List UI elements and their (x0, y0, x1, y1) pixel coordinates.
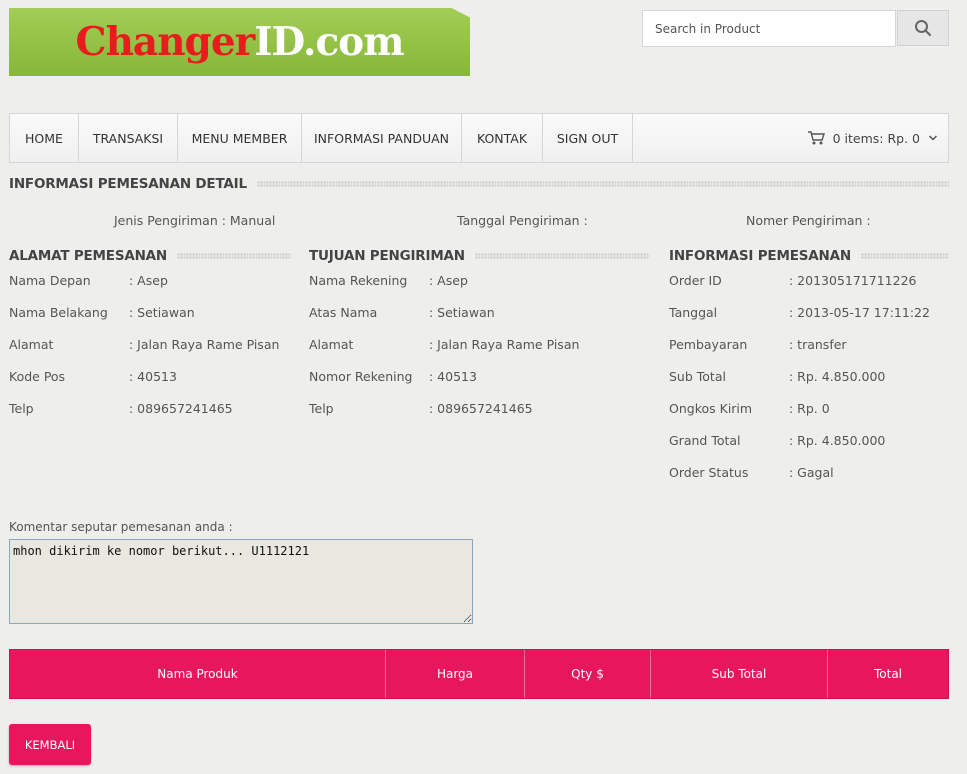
field-value: : 2013-05-17 17:11:22 (789, 305, 930, 320)
field-value: : 089657241465 (129, 401, 233, 416)
column-header-nama-produk: Nama Produk (10, 650, 386, 698)
nav-informasi-panduan[interactable]: INFORMASI PANDUAN (302, 114, 462, 162)
field-value: : 40513 (429, 369, 477, 384)
field-value: : Setiawan (129, 305, 195, 320)
column-header-sub-total: Sub Total (651, 650, 828, 698)
field-label: Alamat (309, 337, 354, 352)
nav-home[interactable]: HOME (10, 114, 79, 162)
detail-title-text: INFORMASI PEMESANAN DETAIL (9, 176, 247, 192)
field-value: : Jalan Raya Rame Pisan (129, 337, 280, 352)
kembali-button[interactable]: KEMBALI (9, 724, 91, 765)
field-label: Order ID (669, 273, 722, 288)
tujuan-title-text: TUJUAN PENGIRIMAN (309, 248, 465, 264)
title-divider (474, 253, 650, 259)
field-label: Grand Total (669, 433, 741, 448)
info-title-text: INFORMASI PEMESANAN (669, 248, 851, 264)
comment-textarea[interactable]: mhon dikirim ke nomor berikut... U111212… (9, 539, 473, 624)
main-nav: HOME TRANSAKSI MENU MEMBER INFORMASI PAN… (9, 113, 949, 163)
site-logo[interactable]: Changer ID.com (9, 8, 470, 76)
jenis-pengiriman: Jenis Pengiriman : Manual (114, 213, 276, 228)
search-button[interactable] (897, 10, 949, 46)
title-divider (177, 253, 290, 259)
nav-sign-out[interactable]: SIGN OUT (543, 114, 633, 162)
search-icon (915, 20, 932, 37)
nav-transaksi[interactable]: TRANSAKSI (79, 114, 178, 162)
field-label: Tanggal (669, 305, 718, 320)
field-value: : 40513 (129, 369, 177, 384)
field-label: Kode Pos (9, 369, 66, 384)
nomer-pengiriman: Nomer Pengiriman : (746, 213, 871, 228)
title-divider (256, 181, 949, 187)
logo-text-changer: Changer (75, 19, 256, 65)
field-label: Sub Total (669, 369, 726, 384)
field-label: Ongkos Kirim (669, 401, 753, 416)
field-value: : Rp. 4.850.000 (789, 433, 886, 448)
alamat-section-title: ALAMAT PEMESANAN (9, 248, 290, 264)
product-table-header: Nama Produk Harga Qty $ Sub Total Total (9, 649, 949, 699)
info-section-title: INFORMASI PEMESANAN (669, 248, 949, 264)
field-label: Alamat (9, 337, 54, 352)
cart-text: 0 items: Rp. 0 (832, 130, 920, 146)
nav-kontak[interactable]: KONTAK (462, 114, 543, 162)
cart-summary[interactable]: 0 items: Rp. 0 (807, 114, 938, 162)
field-label: Telp (309, 401, 334, 416)
nav-menu-member[interactable]: MENU MEMBER (178, 114, 302, 162)
field-label: Nama Belakang (9, 305, 108, 320)
cart-icon (807, 131, 825, 145)
field-value: : Asep (129, 273, 168, 288)
alamat-title-text: ALAMAT PEMESANAN (9, 248, 168, 264)
field-label: Atas Nama (309, 305, 378, 320)
field-label: Nomor Rekening (309, 369, 413, 384)
field-value: : Asep (429, 273, 468, 288)
field-value: : Jalan Raya Rame Pisan (429, 337, 580, 352)
logo-text-id: ID.com (254, 19, 404, 65)
field-label: Order Status (669, 465, 749, 480)
search-input[interactable] (642, 10, 896, 47)
tanggal-pengiriman: Tanggal Pengiriman : (457, 213, 588, 228)
comment-label: Komentar seputar pemesanan anda : (9, 520, 233, 534)
field-value: : Rp. 0 (789, 401, 830, 416)
field-label: Pembayaran (669, 337, 748, 352)
column-header-harga: Harga (386, 650, 525, 698)
field-value: : 201305171711226 (789, 273, 917, 288)
order-status-value: : Gagal (789, 465, 834, 480)
field-value: : Rp. 4.850.000 (789, 369, 886, 384)
field-label: Nama Rekening (309, 273, 408, 288)
field-value: : 089657241465 (429, 401, 533, 416)
column-header-total: Total (873, 667, 903, 681)
field-label: Telp (9, 401, 34, 416)
field-value: : transfer (789, 337, 847, 352)
tujuan-section-title: TUJUAN PENGIRIMAN (309, 248, 650, 264)
detail-section-title: INFORMASI PEMESANAN DETAIL (9, 176, 949, 192)
column-header-qty: Qty $ (525, 650, 651, 698)
title-divider (860, 253, 949, 259)
chevron-down-icon (928, 135, 938, 141)
field-value: : Setiawan (429, 305, 495, 320)
field-label: Nama Depan (9, 273, 91, 288)
